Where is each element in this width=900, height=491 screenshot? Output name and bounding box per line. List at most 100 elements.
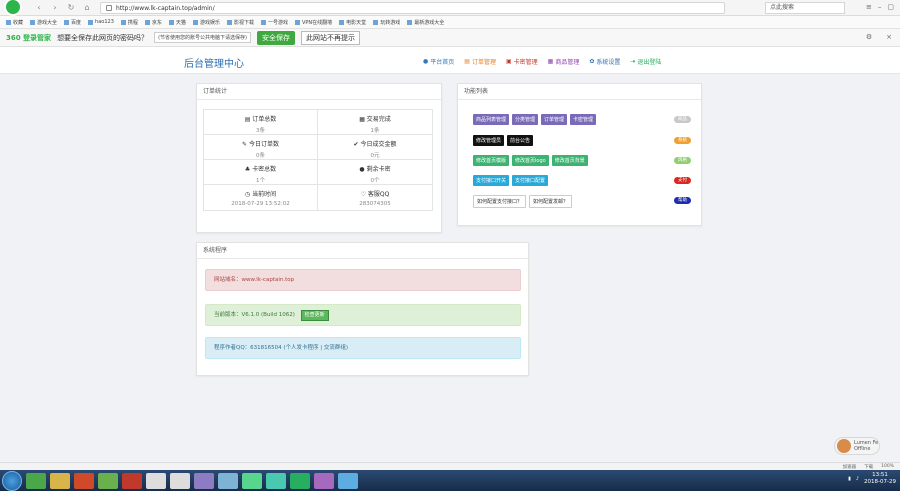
bookmark-label: 电影天堂	[346, 19, 367, 26]
stat-cell: ▦ 交易完成 1条	[318, 110, 432, 134]
category-badge: 风格	[674, 157, 691, 164]
admin-header: 后台管理中心 ● 平台首页 ▤ 订单管理 ▣ 卡密管理 ▦ 商品管理 ✿ 系统设置 ⇥ 退出登陆	[0, 47, 900, 74]
bookmark-icon	[226, 19, 232, 25]
folder-app-icon[interactable]	[50, 472, 70, 489]
domain-text: 网站域名：www.lk-captain.top	[214, 277, 295, 283]
function-button[interactable]: 修改首页logo	[512, 155, 549, 166]
app-icon[interactable]	[266, 472, 286, 489]
bookmark-item[interactable]: 携程	[120, 19, 138, 26]
volume-icon[interactable]: ♪	[856, 476, 859, 482]
app-icon[interactable]	[218, 472, 238, 489]
bookmark-item[interactable]: 京东	[144, 19, 162, 26]
wechat-app-icon[interactable]	[242, 472, 262, 489]
orders-panel: 订单统计 ▤ 订单总数 3条 ▦ 交易完成 1条 ✎ 今日订单数 0条 ✔ 今日成交金额 0元…	[196, 83, 442, 233]
stat-label: 交易完成	[366, 116, 391, 123]
function-button[interactable]: 卡密管理	[570, 114, 597, 125]
nav-item[interactable]: ✿ 系统设置	[589, 57, 620, 66]
accelerator-status[interactable]: 加速器	[843, 464, 857, 470]
bookmark-item[interactable]: VPN在线翻墙	[294, 19, 332, 26]
home-icon[interactable]: ⌂	[82, 3, 92, 13]
function-button[interactable]: 如何配置发邮？	[529, 195, 573, 208]
search-input[interactable]: 点此搜索	[765, 2, 845, 14]
nav-item[interactable]: ▣ 卡密管理	[506, 57, 538, 66]
app-icon[interactable]	[290, 472, 310, 489]
function-button[interactable]: 如何配置支付接口？	[473, 195, 527, 208]
check-update-button[interactable]: 检查更新	[300, 310, 329, 321]
app-icon[interactable]	[194, 472, 214, 489]
function-button[interactable]: 商品列表管理	[473, 114, 510, 125]
bookmark-item[interactable]: 游戏大全	[30, 19, 57, 26]
app-icon[interactable]	[170, 472, 190, 489]
nav-item[interactable]: ▦ 商品管理	[548, 57, 580, 66]
nav-item-label: 卡密管理	[513, 59, 538, 66]
safe-save-button[interactable]: 安全保存	[256, 30, 295, 45]
category-badge: 商品	[674, 116, 691, 123]
address-bar[interactable]: http://www.lk-captain.top/admin/	[100, 2, 725, 14]
bookmark-label: 天猫	[175, 19, 186, 26]
function-button[interactable]: 修改管理员	[473, 135, 505, 146]
clock[interactable]: 13:51 2018-07-29	[864, 472, 896, 486]
never-remind-button[interactable]: 此网站不再提示	[300, 30, 360, 45]
bookmark-icon	[144, 19, 150, 25]
network-icon[interactable]: ▮	[848, 476, 851, 482]
settings-icon[interactable]: ⚙	[866, 33, 872, 41]
bookmark-item[interactable]: 电影天堂	[339, 19, 366, 26]
bookmark-item[interactable]: hao123	[88, 19, 114, 25]
bookmark-item[interactable]: 影视下载	[226, 19, 254, 26]
start-button[interactable]	[2, 470, 22, 491]
stat-value: 3条	[256, 128, 265, 134]
stat-label: 订单总数	[252, 116, 277, 123]
stat-value: 0元	[370, 153, 380, 159]
app-icon[interactable]	[146, 472, 166, 489]
app-icon[interactable]	[74, 472, 94, 489]
function-button[interactable]: 支付接口配置	[512, 175, 549, 186]
restore-icon[interactable]: ▢	[887, 3, 894, 11]
zoom-level[interactable]: 100%	[881, 464, 894, 469]
close-icon[interactable]: ×	[886, 33, 892, 41]
downloads-status[interactable]: 下载	[864, 464, 873, 470]
stat-value: 0条	[256, 153, 265, 159]
bookmark-icon	[373, 19, 379, 25]
bookmark-item[interactable]: 游戏娱乐	[192, 19, 220, 26]
nav-item[interactable]: ▤ 订单管理	[464, 57, 496, 66]
system-tray: ▮ ♪ 13:51 2018-07-29	[848, 472, 896, 486]
stat-value: 2018-07-29 13:52:02	[231, 201, 290, 207]
assistant-line2: Offline	[854, 446, 871, 452]
stat-label-row: ▦ 交易完成	[318, 114, 432, 123]
bookmark-item[interactable]: 天猫	[168, 19, 186, 26]
stat-label: 卡密总数	[252, 166, 277, 173]
nav-item[interactable]: ● 平台首页	[423, 57, 454, 66]
nav-item[interactable]: ⇥ 退出登陆	[630, 57, 661, 66]
refresh-icon[interactable]: ↻	[66, 3, 76, 13]
app-icon[interactable]	[338, 472, 358, 489]
minimize-icon[interactable]: –	[878, 3, 882, 11]
function-button[interactable]: 订单管理	[541, 114, 568, 125]
bookmark-label: 京东	[151, 19, 162, 26]
function-button[interactable]: 支付接口开关	[473, 175, 510, 186]
floating-assistant[interactable]: Lumen Fe Offline	[834, 437, 880, 455]
bookmark-label: 游戏大全	[37, 19, 58, 26]
back-icon[interactable]: ‹	[34, 3, 44, 13]
bookmark-item[interactable]: 百度	[64, 19, 81, 26]
bookmark-icon	[6, 19, 11, 25]
browser-statusbar: 加速器 下载 100%	[0, 462, 900, 470]
browser-app-icon[interactable]	[26, 472, 46, 489]
forward-icon[interactable]: ›	[50, 3, 60, 13]
url-text: http://www.lk-captain.top/admin/	[116, 4, 215, 12]
function-button[interactable]: 前台公告	[507, 135, 534, 146]
stat-label: 今日成交金额	[360, 141, 397, 148]
app-icon[interactable]	[98, 472, 118, 489]
bookmark-item[interactable]: 最新游戏大全	[407, 19, 444, 26]
page-title[interactable]: 后台管理中心	[184, 55, 244, 70]
function-button[interactable]: 修改首页背景	[551, 155, 588, 166]
app-icon[interactable]	[122, 472, 142, 489]
function-button[interactable]: 分类管理	[512, 114, 539, 125]
bookmark-item[interactable]: 一号游戏	[260, 19, 288, 26]
menu-icon[interactable]: ≡	[866, 3, 872, 11]
function-button[interactable]: 修改首页模版	[473, 155, 510, 166]
bookmark-item[interactable]: 收藏	[6, 19, 23, 26]
browser-logo-icon[interactable]	[4, 0, 22, 16]
bookmark-item[interactable]: 玩转游戏	[373, 19, 400, 26]
clock-time: 13:51	[872, 472, 888, 478]
app-icon[interactable]	[314, 472, 334, 489]
